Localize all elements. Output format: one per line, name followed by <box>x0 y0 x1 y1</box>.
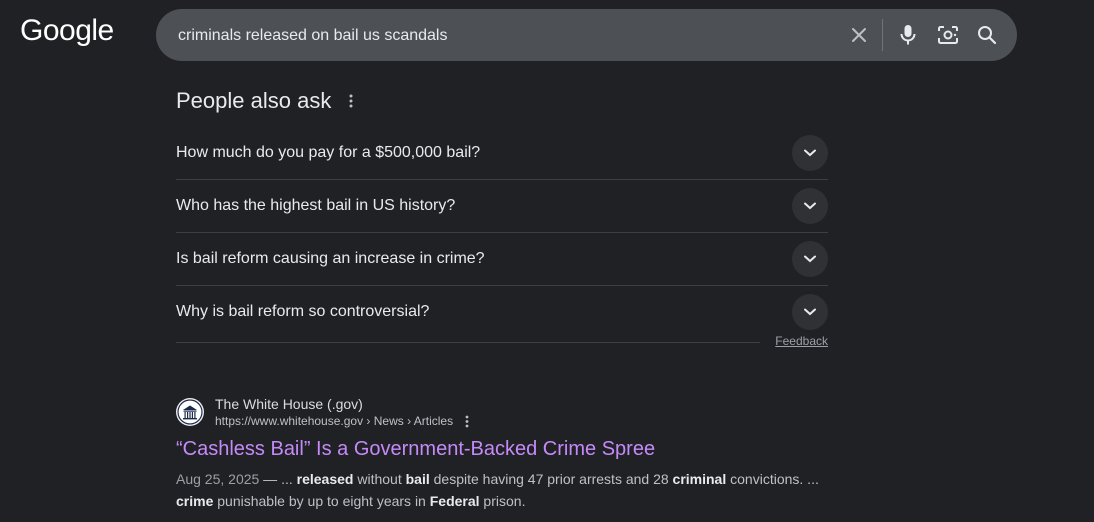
site-url: https://www.whitehouse.gov › News › Arti… <box>215 414 454 428</box>
snippet-text: without <box>353 471 406 487</box>
paa-question[interactable]: Why is bail reform so controversial? <box>176 286 828 338</box>
google-logo[interactable]: Google <box>20 14 114 48</box>
search-results-page: Google criminals released on bail us sca… <box>0 0 1094 522</box>
paa-question-text: Why is bail reform so controversial? <box>176 303 430 320</box>
site-meta: The White House (.gov) https://www.white… <box>215 395 473 429</box>
result-date: Aug 25, 2025 <box>176 471 260 487</box>
close-icon[interactable] <box>845 21 873 49</box>
paa-question[interactable]: Who has the highest bail in US history? <box>176 180 828 233</box>
white-house-favicon-icon <box>176 398 204 426</box>
chevron-down-icon[interactable] <box>792 241 828 277</box>
paa-list: How much do you pay for a $500,000 bail?… <box>176 127 828 338</box>
snippet-text: prison. <box>479 493 526 509</box>
snippet-text: convictions. ... <box>726 471 819 487</box>
search-icon[interactable] <box>973 21 1001 49</box>
snippet-keyword: criminal <box>672 471 727 487</box>
paa-feedback-row: Feedback <box>176 333 828 351</box>
paa-question-text: How much do you pay for a $500,000 bail? <box>176 144 481 161</box>
paa-header: People also ask <box>176 80 828 122</box>
paa-title: People also ask <box>176 88 332 113</box>
paa-question-text: Who has the highest bail in US history? <box>176 197 456 214</box>
snippet-keyword: Federal <box>429 493 480 509</box>
more-vert-icon[interactable] <box>461 413 473 429</box>
camera-lens-icon[interactable] <box>934 21 962 49</box>
feedback-link[interactable]: Feedback <box>775 334 828 348</box>
snippet-keyword: released <box>296 471 354 487</box>
microphone-icon[interactable] <box>894 21 922 49</box>
paa-question[interactable]: Is bail reform causing an increase in cr… <box>176 233 828 286</box>
snippet-text: despite having 47 prior arrests and 28 <box>429 471 673 487</box>
chevron-down-icon[interactable] <box>792 188 828 224</box>
result-source[interactable]: The White House (.gov) https://www.white… <box>176 394 828 430</box>
chevron-down-icon[interactable] <box>792 294 828 330</box>
search-divider <box>882 19 883 51</box>
people-also-ask: People also ask How much do you pay for … <box>176 80 828 338</box>
more-vert-icon[interactable] <box>343 91 359 111</box>
search-input[interactable] <box>176 9 820 63</box>
chevron-down-icon[interactable] <box>792 135 828 171</box>
divider <box>176 342 760 343</box>
search-result: The White House (.gov) https://www.white… <box>176 394 828 512</box>
result-title-link[interactable]: “Cashless Bail” Is a Government-Backed C… <box>176 436 828 462</box>
search-box <box>156 9 1017 63</box>
paa-question[interactable]: How much do you pay for a $500,000 bail? <box>176 127 828 180</box>
result-snippet: Aug 25, 2025 — ... released without bail… <box>176 468 828 512</box>
paa-question-text: Is bail reform causing an increase in cr… <box>176 250 485 267</box>
snippet-keyword: crime <box>176 493 214 509</box>
site-url-row: https://www.whitehouse.gov › News › Arti… <box>215 413 473 429</box>
snippet-body: — ... released without bail despite havi… <box>176 471 819 509</box>
snippet-keyword: bail <box>405 471 430 487</box>
snippet-text: — ... <box>259 471 297 487</box>
site-name: The White House (.gov) <box>215 396 363 412</box>
snippet-text: punishable by up to eight years in <box>213 493 430 509</box>
